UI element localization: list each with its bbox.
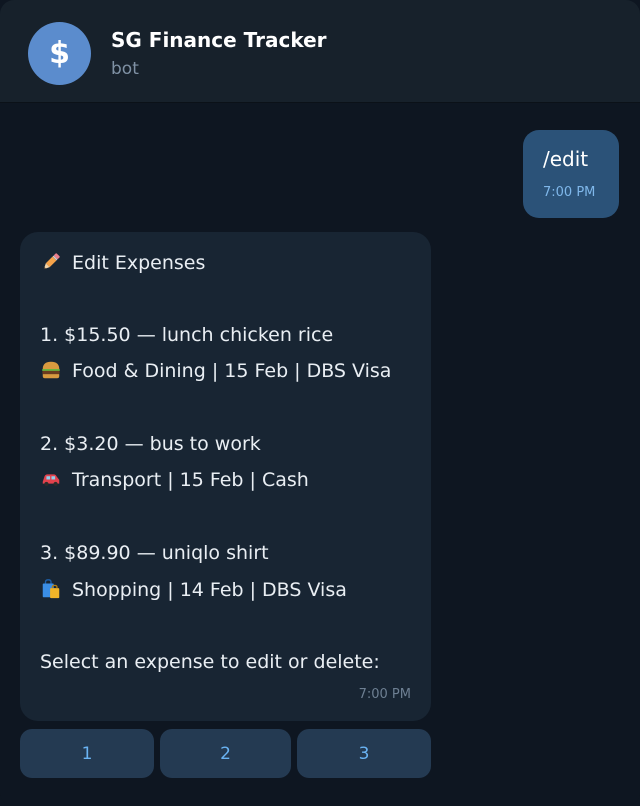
expense-1-detail-text: Food & Dining | 15 Feb | DBS Visa	[72, 360, 392, 382]
incoming-message[interactable]: Edit Expenses 1. $15.50 — lunch chicken …	[20, 232, 431, 721]
outgoing-message[interactable]: /edit 7:00 PM	[523, 130, 619, 218]
message-prompt: Select an expense to edit or delete:	[40, 651, 380, 673]
car-icon	[42, 474, 60, 487]
expense-2-detail-text: Transport | 15 Feb | Cash	[72, 469, 309, 491]
pencil-icon	[43, 253, 60, 270]
chat-window: $ SG Finance Tracker bot /edit 7:00 PM E…	[0, 0, 640, 806]
keyboard-button-3[interactable]: 3	[297, 729, 431, 778]
outgoing-message-text: /edit	[543, 147, 589, 171]
keyboard-button-2[interactable]: 2	[160, 729, 291, 778]
expense-1-detail: Food & Dining | 15 Feb | DBS Visa	[40, 359, 391, 383]
burger-icon	[42, 361, 60, 379]
chat-title: SG Finance Tracker	[111, 28, 327, 52]
expense-3-line: 3. $89.90 — uniqlo shirt	[40, 542, 269, 564]
message-heading: Edit Expenses	[40, 251, 205, 275]
expense-2-detail: Transport | 15 Feb | Cash	[40, 468, 309, 492]
shopping-bags-icon	[42, 579, 60, 599]
bot-avatar[interactable]: $	[28, 22, 91, 85]
keyboard-button-1[interactable]: 1	[20, 729, 154, 778]
outgoing-message-time: 7:00 PM	[543, 185, 596, 200]
expense-3-detail-text: Shopping | 14 Feb | DBS Visa	[72, 579, 347, 601]
chat-subtitle: bot	[111, 59, 139, 79]
expense-1-line: 1. $15.50 — lunch chicken rice	[40, 324, 334, 346]
chat-header: $ SG Finance Tracker bot	[0, 0, 640, 103]
message-heading-text: Edit Expenses	[72, 252, 206, 274]
expense-2-line: 2. $3.20 — bus to work	[40, 433, 261, 455]
expense-3-detail: Shopping | 14 Feb | DBS Visa	[40, 578, 347, 602]
incoming-message-time: 7:00 PM	[358, 687, 411, 702]
